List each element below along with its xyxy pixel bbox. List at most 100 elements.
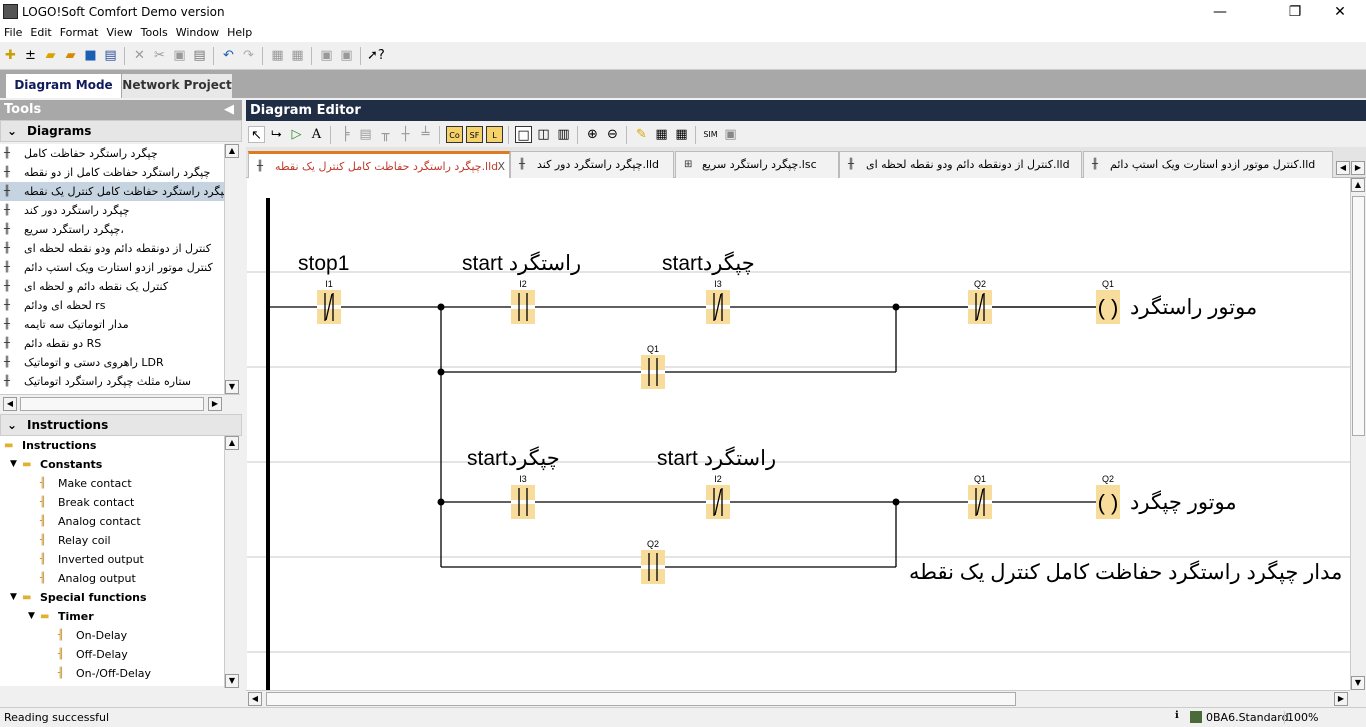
- grid2-icon[interactable]: ▦: [289, 47, 306, 64]
- diagram-list-item[interactable]: ╫ چپگرد راستگرد حفاظت کامل از دو نقطه: [0, 163, 224, 182]
- scroll-left-button[interactable]: ◀: [3, 397, 17, 411]
- connect-tool-icon[interactable]: ⮡: [268, 126, 285, 143]
- menu-help[interactable]: Help: [223, 24, 256, 39]
- diagram-list-item[interactable]: ╫ چپگرد راستگرد سریع،: [0, 220, 224, 239]
- align-right-icon[interactable]: ▤: [357, 126, 374, 143]
- tree-item-relay-coil[interactable]: ╢ Relay coil: [0, 531, 224, 550]
- editor-hscrollbar[interactable]: ◀ ▶: [246, 690, 1350, 707]
- coil-Q2[interactable]: ( ) Q2: [1096, 474, 1120, 519]
- open-folder-icon[interactable]: ▰: [62, 47, 79, 64]
- dropdown-icon[interactable]: ±: [22, 47, 39, 64]
- tree-item-timer[interactable]: ╢ On-Delay: [0, 626, 224, 645]
- scroll-up-button[interactable]: ▲: [225, 436, 239, 450]
- grid-icon[interactable]: ▦: [269, 47, 286, 64]
- tree-folder[interactable]: ▼ ▬ Constants: [0, 455, 224, 474]
- diagram-list-item[interactable]: ╫ کنترل موتور ازدو استارت ویک استپ دائم: [0, 258, 224, 277]
- scroll-down-button[interactable]: ▼: [1351, 676, 1365, 690]
- menu-window[interactable]: Window: [172, 24, 223, 39]
- zoom-in-icon[interactable]: ⊕: [584, 126, 601, 143]
- vscroll-thumb[interactable]: [1352, 196, 1365, 436]
- diagram-list-item[interactable]: ╫ دو نقطه دائم RS: [0, 334, 224, 353]
- close-button[interactable]: ✕: [1320, 2, 1360, 22]
- redo-icon[interactable]: ↷: [240, 47, 257, 64]
- collapse-panel-icon[interactable]: ◀: [224, 100, 234, 120]
- sf-icon[interactable]: SF: [466, 126, 483, 143]
- table-icon[interactable]: ▦: [653, 126, 670, 143]
- align-top-icon[interactable]: ╥: [377, 126, 394, 143]
- maximize-button[interactable]: ❐: [1275, 2, 1315, 22]
- break-I3[interactable]: I3: [706, 279, 730, 324]
- open-icon[interactable]: ▰: [42, 47, 59, 64]
- diagram-list-item[interactable]: ╫ لحظه ای ودائم rs: [0, 296, 224, 315]
- undo-icon[interactable]: ↶: [220, 47, 237, 64]
- editor-vscrollbar[interactable]: ▲ ▼: [1350, 178, 1366, 690]
- diagram-list-item[interactable]: ╫ چپگرد راستگرد حفاظت کامل: [0, 144, 224, 163]
- online-test-icon[interactable]: ▣: [722, 126, 739, 143]
- make-Q1[interactable]: Q1: [641, 344, 665, 389]
- tree-item-timer[interactable]: ╢ Off-Delay: [0, 645, 224, 664]
- scroll-right-button[interactable]: ▶: [208, 397, 222, 411]
- make-I2[interactable]: I2: [511, 279, 535, 324]
- file-tab[interactable]: ╫ کنترل موتور ازدو استارت ویک استپ دائم.l…: [1083, 151, 1333, 178]
- text-tool-icon[interactable]: A: [308, 126, 325, 143]
- align-left-icon[interactable]: ╞: [337, 126, 354, 143]
- zoom-out-icon[interactable]: ⊖: [604, 126, 621, 143]
- tree-folder[interactable]: ▼ ▬ Timer: [0, 607, 224, 626]
- cut-icon[interactable]: ✂: [151, 47, 168, 64]
- diagram-list-item[interactable]: ╫ کنترل یک نقطه دائم و لحظه ای: [0, 277, 224, 296]
- expand-icon[interactable]: ▼: [10, 455, 17, 474]
- tree-folder[interactable]: ▬ Instructions: [0, 436, 224, 455]
- tree-item-make-contact[interactable]: ╢ Make contact: [0, 474, 224, 493]
- diagram-list-item[interactable]: ╫ راهروی دستی و اتوماتیک LDR: [0, 353, 224, 372]
- view-triple-icon[interactable]: ▥: [555, 126, 572, 143]
- align-bottom-icon[interactable]: ╧: [417, 126, 434, 143]
- diagram-list-item[interactable]: ╫ چپگرد راستگرد حفاظت کامل کنترل یک نقطه: [0, 182, 224, 201]
- menu-edit[interactable]: Edit: [26, 24, 55, 39]
- break-Q2[interactable]: Q2: [968, 279, 992, 324]
- scroll-down-button[interactable]: ▼: [225, 380, 239, 394]
- l-icon[interactable]: L: [486, 126, 503, 143]
- expand-icon[interactable]: ▼: [10, 588, 17, 607]
- page2-icon[interactable]: ▣: [338, 47, 355, 64]
- tab-diagram-mode[interactable]: Diagram Mode: [6, 74, 121, 98]
- simulation-icon[interactable]: SIM: [702, 126, 719, 143]
- co-icon[interactable]: Co: [446, 126, 463, 143]
- scroll-right-button[interactable]: ▶: [1334, 692, 1348, 706]
- menu-view[interactable]: View: [103, 24, 137, 39]
- hscroll-thumb[interactable]: [266, 692, 1016, 706]
- minimize-button[interactable]: —: [1200, 2, 1240, 22]
- diagram-list-item[interactable]: ╫ چپگرد راستگرد دور کند: [0, 201, 224, 220]
- scroll-up-button[interactable]: ▲: [225, 144, 239, 158]
- save-icon[interactable]: ■: [82, 47, 99, 64]
- break-Q1[interactable]: Q1: [968, 474, 992, 519]
- file-tab[interactable]: ╫ کنترل از دونقطه دائم ودو نقطه لحظه ای.l…: [839, 151, 1082, 178]
- menu-tools[interactable]: Tools: [137, 24, 172, 39]
- diagram-list-scrollbar[interactable]: ▲ ▼: [224, 144, 240, 394]
- align-middle-icon[interactable]: ┼: [397, 126, 414, 143]
- make-Q2[interactable]: Q2: [641, 539, 665, 584]
- scroll-up-button[interactable]: ▲: [1351, 178, 1365, 192]
- view-split-icon[interactable]: ◫: [535, 126, 552, 143]
- page-icon[interactable]: ▣: [318, 47, 335, 64]
- diagram-list-item[interactable]: ╫ ستاره مثلث چپگرد راستگرد اتوماتیک: [0, 372, 224, 391]
- hscroll-thumb[interactable]: [20, 397, 204, 411]
- make-I3[interactable]: I3: [511, 474, 535, 519]
- menu-file[interactable]: File: [0, 24, 26, 39]
- file-tab[interactable]: ╫ چپگرد راستگرد دور کند.lld: [510, 151, 674, 178]
- tab-network-project[interactable]: Network Project: [122, 74, 232, 98]
- tree-item-break-contact[interactable]: ╢ Break contact: [0, 493, 224, 512]
- scroll-down-button[interactable]: ▼: [225, 674, 239, 688]
- file-tab-active[interactable]: ╫ چپگرد راستگرد حفاظت کامل کنترل یک نقطه.…: [248, 151, 510, 178]
- tree-item-inverted-output[interactable]: ╢ Inverted output: [0, 550, 224, 569]
- new-icon[interactable]: ✚: [2, 47, 19, 64]
- diagram-list-item[interactable]: ╫ مدار اتوماتیک سه تایمه: [0, 315, 224, 334]
- instructions-section-header[interactable]: ⌄ Instructions: [0, 414, 242, 436]
- info-icon[interactable]: ℹ: [1175, 710, 1179, 721]
- copy-icon[interactable]: ▣: [171, 47, 188, 64]
- paste-icon[interactable]: ▤: [191, 47, 208, 64]
- help-pointer-icon[interactable]: ➚?: [367, 47, 385, 64]
- instructions-scrollbar[interactable]: ▲ ▼: [224, 436, 240, 688]
- highlight-icon[interactable]: ✎: [633, 126, 650, 143]
- block-tool-icon[interactable]: ▷: [288, 126, 305, 143]
- diagram-list-item[interactable]: ╫ کنترل از دونقطه دائم ودو نقطه لحظه ای: [0, 239, 224, 258]
